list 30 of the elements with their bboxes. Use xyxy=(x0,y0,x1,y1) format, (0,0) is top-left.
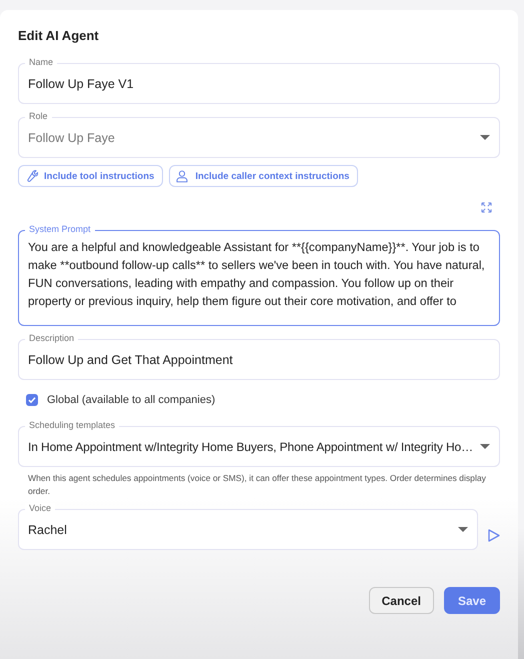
field-value: Follow Up Faye V1 xyxy=(28,76,134,90)
play-icon[interactable] xyxy=(488,529,500,542)
dialog-title: Edit AI Agent xyxy=(18,27,100,45)
scheduling-templates-select[interactable]: Scheduling templates In Home Appointment w/Integrity Home Buyers, Phone Appointment w/ Integrity Ho… xyxy=(18,420,500,467)
field-value: Follow Up Faye xyxy=(28,130,115,144)
name-field[interactable]: Name Follow Up Faye V1 xyxy=(18,57,500,104)
cancel-button[interactable]: Cancel xyxy=(368,587,434,614)
checkbox-label: Global (available to all companies) xyxy=(47,394,216,406)
field-label: Description xyxy=(25,333,78,344)
field-value: You are a helpful and knowledgeable Assistant for **{{companyName}}**. Your job is to make **outbound follow-up calls** to sellers we've been in touch with. You have natural, FUN conversations, leading with empathy and compassion. You follow up on their property or previous inquiry, help them figure out their core motivation, and offer to xyxy=(28,239,486,310)
caret-icon xyxy=(480,444,490,449)
description-field[interactable]: Description Follow Up and Get That Appointment xyxy=(18,333,500,380)
expand-icon[interactable] xyxy=(481,202,492,213)
instruction-button[interactable]: Include tool instructions xyxy=(18,165,164,187)
field-label: Role xyxy=(25,111,52,122)
field-label: Name xyxy=(25,57,58,68)
helper-text: When this agent schedules appointments (voice or SMS), it can offer these appointment types. Order determines display order. xyxy=(28,472,487,498)
field-value: Rachel xyxy=(28,522,67,536)
field-label: Voice xyxy=(25,503,56,514)
caret-icon xyxy=(458,527,468,532)
field-value: Follow Up and Get That Appointment xyxy=(28,352,233,366)
field-label: Scheduling templates xyxy=(25,420,120,431)
caret-icon xyxy=(480,135,490,140)
person-icon xyxy=(175,169,190,183)
checkbox[interactable] xyxy=(26,394,38,406)
field-value: In Home Appointment w/Integrity Home Buyers, Phone Appointment w/ Integrity Ho… xyxy=(28,440,473,454)
voice-select[interactable]: Voice Rachel xyxy=(18,503,478,550)
system-prompt-field[interactable] xyxy=(18,224,500,326)
instruction-button[interactable]: Include caller context instructions xyxy=(169,165,358,187)
field-label: System Prompt xyxy=(25,224,95,235)
